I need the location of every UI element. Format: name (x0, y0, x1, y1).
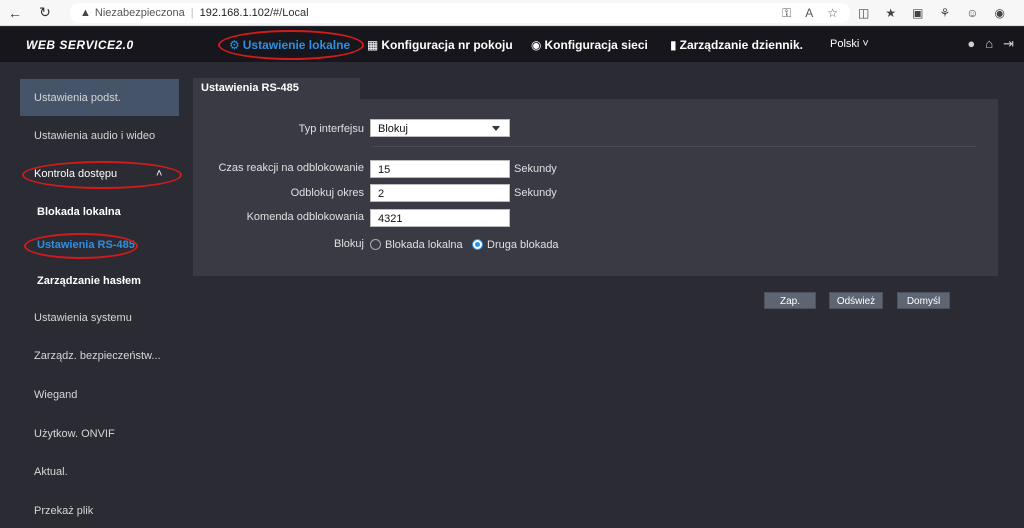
tab-rs485-settings[interactable]: Ustawienia RS-485 (193, 78, 360, 99)
nav-network-config[interactable]: ◉ Konfiguracja sieci (531, 27, 648, 62)
reload-icon[interactable]: ↻ (30, 0, 60, 26)
form-divider (372, 146, 976, 147)
unlock-response-input[interactable]: 15 (370, 160, 510, 178)
chevron-down-icon: ˅ (862, 38, 869, 50)
favorites-icon[interactable]: ★ (885, 6, 896, 20)
annotation-ellipse-access-control (22, 161, 182, 189)
user-icon[interactable]: ● (967, 36, 975, 52)
unlock-period-input[interactable]: 2 (370, 184, 510, 202)
collections-icon[interactable]: ▣ (912, 6, 923, 20)
unlock-response-label: Czas reakcji na odblokowanie (218, 162, 364, 174)
language-select[interactable]: Polski ˅ (830, 38, 869, 50)
key-icon[interactable]: ⚿ (782, 6, 791, 21)
extensions-icon[interactable]: ⚘ (939, 6, 950, 20)
app-header: WEB SERVICE2.0 ⚙ Ustawienie lokalne ▦ Ko… (0, 27, 1024, 62)
url-path: /#/Local (270, 7, 309, 19)
sidebar-item-security[interactable]: Zarządz. bezpieczeństw... (34, 350, 161, 362)
default-button[interactable]: Domyśl (897, 292, 950, 309)
sidebar-item-basic-settings[interactable]: Ustawienia podst. (34, 92, 121, 104)
read-aloud-icon[interactable]: A (805, 6, 813, 20)
sidebar-item-update[interactable]: Aktual. (34, 466, 68, 478)
annotation-ellipse-rs485 (24, 233, 138, 259)
radio-second-lock[interactable] (472, 239, 483, 250)
sidebar-item-password-management[interactable]: Zarządzanie hasłem (37, 275, 141, 287)
sidebar-item-system-settings[interactable]: Ustawienia systemu (34, 312, 132, 324)
unlock-command-input[interactable]: 4321 (370, 209, 510, 227)
logout-icon[interactable]: ⇥ (1003, 36, 1014, 52)
edge-icon[interactable]: ◉ (994, 6, 1004, 20)
nav-network-config-label: Konfiguracja sieci (544, 37, 648, 52)
interface-type-select[interactable]: Blokuj (370, 119, 510, 137)
home-icon[interactable]: ⌂ (985, 36, 993, 52)
warning-icon: ▲ (80, 7, 91, 19)
language-label: Polski (830, 38, 860, 50)
address-separator: | (190, 7, 194, 19)
profile-icon[interactable]: ☺ (966, 6, 978, 20)
globe-icon: ◉ (531, 37, 542, 52)
lock-label: Blokuj (334, 238, 364, 250)
radio-second-lock-label: Druga blokada (487, 239, 559, 251)
interface-type-label: Typ interfejsu (298, 123, 364, 135)
unlock-period-unit: Sekundy (514, 187, 557, 199)
security-label: Niezabezpieczona (94, 7, 185, 19)
nav-log-management-label: Zarządzanie dziennik. (679, 37, 803, 52)
nav-log-management[interactable]: ▮ Zarządzanie dziennik. (670, 27, 803, 62)
browser-toolbar: ← ↻ ▲ Niezabezpieczona | 192.168.1.102/#… (0, 0, 1024, 26)
building-icon: ▦ (367, 37, 379, 52)
radio-local-lock[interactable] (370, 239, 381, 250)
sidebar-item-onvif-user[interactable]: Użytkow. ONVIF (34, 428, 115, 440)
unlock-command-label: Komenda odblokowania (246, 211, 364, 223)
favorite-star-icon[interactable]: ☆ (827, 6, 838, 20)
sidebar-item-file-transfer[interactable]: Przekaż plik (34, 505, 93, 517)
unlock-response-unit: Sekundy (514, 163, 557, 175)
nav-room-config-label: Konfiguracja nr pokoju (381, 37, 513, 52)
address-bar[interactable]: ▲ Niezabezpieczona | 192.168.1.102/#/Loc… (70, 3, 850, 23)
refresh-button[interactable]: Odśwież (829, 292, 883, 309)
url-host: 192.168.1.102 (199, 7, 270, 19)
sidebar-item-wiegand[interactable]: Wiegand (34, 389, 77, 401)
dropdown-arrow-icon (492, 126, 500, 131)
sidebar-item-local-lock[interactable]: Blokada lokalna (37, 206, 121, 218)
nav-room-config[interactable]: ▦ Konfiguracja nr pokoju (367, 27, 513, 62)
unlock-period-label: Odblokuj okres (290, 187, 364, 199)
back-icon[interactable]: ← (0, 0, 30, 26)
split-screen-icon[interactable]: ◫ (858, 6, 869, 20)
logo: WEB SERVICE2.0 (26, 38, 134, 52)
annotation-ellipse-top (218, 30, 364, 60)
radio-local-lock-label: Blokada lokalna (385, 239, 463, 251)
document-icon: ▮ (670, 37, 677, 52)
sidebar-item-audio-video[interactable]: Ustawienia audio i wideo (34, 130, 155, 142)
save-button[interactable]: Zap. (764, 292, 816, 309)
interface-type-value: Blokuj (378, 123, 408, 135)
